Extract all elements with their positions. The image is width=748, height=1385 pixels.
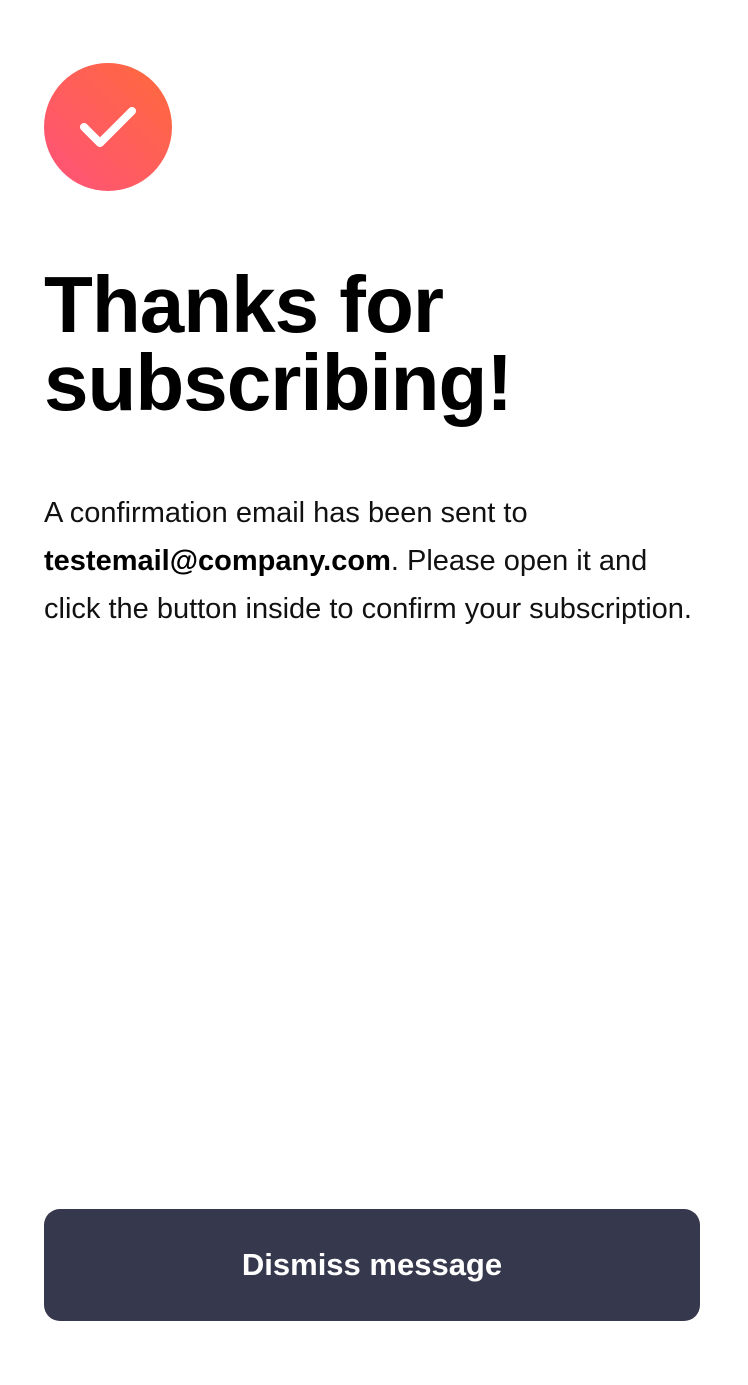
success-screen: Thanks for subscribing! A confirmation e… <box>0 0 748 1385</box>
success-badge <box>44 63 172 191</box>
confirmation-message: A confirmation email has been sent to te… <box>44 489 704 633</box>
email-address: testemail@company.com <box>44 545 391 577</box>
message-intro: A confirmation email has been sent to <box>44 497 528 529</box>
dismiss-button[interactable]: Dismiss message <box>44 1209 700 1321</box>
page-title: Thanks for subscribing! <box>44 260 513 427</box>
checkmark-icon <box>80 107 136 147</box>
